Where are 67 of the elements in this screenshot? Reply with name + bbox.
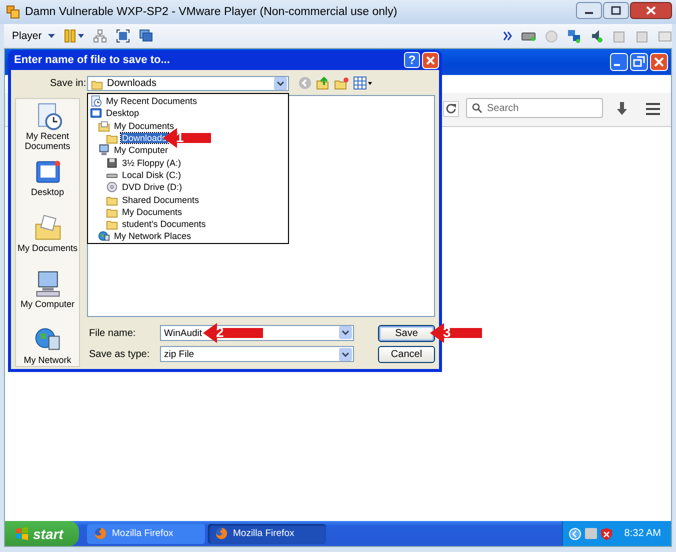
search-field[interactable]: Search <box>466 98 603 118</box>
location-item[interactable]: 3½ Floppy (A:) <box>121 158 182 168</box>
pause-icon[interactable] <box>64 29 84 43</box>
location-item[interactable]: Shared Documents <box>121 194 200 205</box>
place-label[interactable]: My Recent Documents <box>16 131 79 151</box>
place-label[interactable]: My Network <box>24 355 72 365</box>
download-icon[interactable] <box>616 102 628 116</box>
computer-icon <box>98 144 110 156</box>
taskbar-button[interactable]: Mozilla Firefox <box>87 524 205 544</box>
help-button[interactable]: ? <box>404 52 420 68</box>
browser-icon <box>94 527 107 540</box>
save-in-value: Downloads <box>107 78 156 89</box>
windows-icon[interactable] <box>138 29 153 43</box>
location-item[interactable]: My Recent Documents <box>105 96 198 106</box>
chevron-left-icon[interactable] <box>569 528 582 540</box>
save-in-label: Save in: <box>50 78 86 89</box>
network-adapter-icon[interactable] <box>567 29 581 43</box>
player-menu[interactable]: Player <box>12 30 55 42</box>
folder-icon <box>106 218 118 230</box>
reload-icon[interactable] <box>443 101 459 117</box>
windows-logo-icon <box>15 526 29 540</box>
location-item[interactable]: student's Documents <box>121 219 207 230</box>
location-item[interactable]: Desktop <box>105 108 140 118</box>
location-item[interactable]: My Computer <box>113 145 170 156</box>
location-item[interactable]: Downloads <box>121 133 168 144</box>
caret-icon <box>48 34 55 38</box>
window-title: Damn Vulnerable WXP-SP2 - VMware Player (Non-commercial use only) <box>25 6 398 18</box>
save-as-type-label: Save as type: <box>89 349 150 360</box>
globe-computer-icon <box>98 230 110 242</box>
location-item[interactable]: DVD Drive (D:) <box>121 182 183 192</box>
location-item[interactable]: My Documents <box>113 120 176 131</box>
dialog-title: Enter name of file to save to... <box>14 54 170 66</box>
place-label[interactable]: Desktop <box>30 187 64 197</box>
step-number: 1 <box>176 129 184 145</box>
disc-icon <box>106 181 118 194</box>
new-folder-icon[interactable] <box>334 76 349 90</box>
taskbar-button[interactable]: Mozilla Firefox <box>208 524 326 544</box>
callout-arrow <box>203 323 263 343</box>
app-icon <box>6 5 20 19</box>
save-as-type-dropdown[interactable]: zip File <box>160 346 354 362</box>
browser-icon <box>215 527 228 540</box>
fullscreen-icon[interactable] <box>116 29 130 43</box>
location-item[interactable]: Local Disk (C:) <box>121 170 182 180</box>
location-item[interactable]: My Documents <box>121 206 184 217</box>
location-item[interactable]: My Network Places <box>113 231 192 242</box>
save-button[interactable]: Save <box>378 325 435 342</box>
maximize-icon[interactable] <box>603 2 629 19</box>
place-label[interactable]: My Documents <box>17 243 78 253</box>
floppy-icon <box>106 156 118 169</box>
view-menu-icon[interactable] <box>353 76 373 90</box>
file-name-label: File name: <box>89 328 136 339</box>
network-nodes-icon[interactable] <box>92 29 107 43</box>
chevron-icon[interactable] <box>503 31 512 41</box>
place-label[interactable]: My Computer <box>20 299 74 309</box>
shield-icon[interactable] <box>601 528 612 540</box>
desktop-icon <box>90 107 102 120</box>
minimize-icon[interactable] <box>576 2 602 19</box>
cancel-button[interactable]: Cancel <box>378 346 435 363</box>
document-folder-icon <box>98 120 110 132</box>
save-in-dropdown[interactable]: Downloads <box>87 76 289 91</box>
restore-icon[interactable] <box>630 53 648 71</box>
menu-icon[interactable] <box>646 103 660 115</box>
sound-icon[interactable] <box>590 29 603 43</box>
clock: 8:32 AM <box>624 528 661 539</box>
callout-arrow <box>430 323 482 343</box>
folder-icon <box>106 132 118 144</box>
close-icon[interactable] <box>630 2 672 19</box>
